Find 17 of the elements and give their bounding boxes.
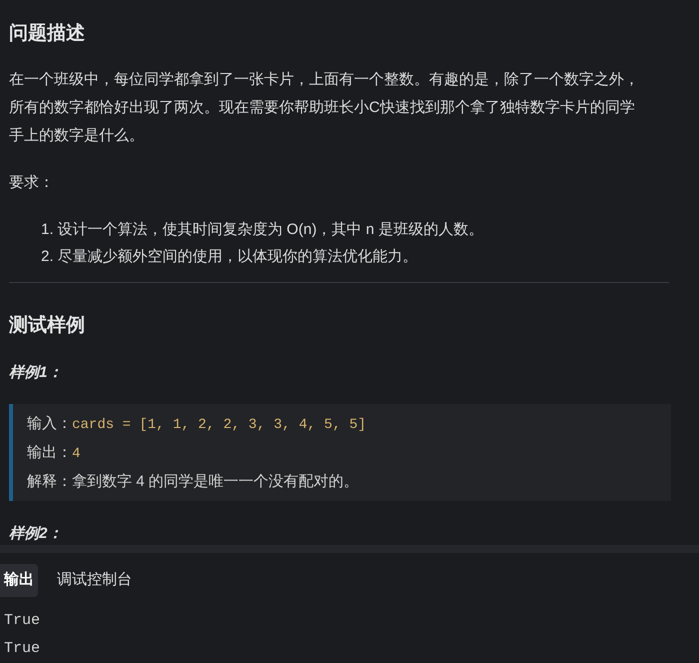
list-item-text: 尽量减少额外空间的使用，以体现你的算法优化能力。	[58, 247, 418, 267]
output-line: True	[4, 611, 42, 631]
section-heading: 测试样例	[9, 314, 86, 338]
list-number: 1.	[41, 220, 54, 240]
output-line: True	[4, 639, 42, 659]
sample-line: 输出：4	[27, 443, 82, 464]
section-heading: 问题描述	[9, 22, 86, 46]
sample-line: 输入：cards = [1, 1, 2, 2, 3, 3, 4, 5, 5]	[27, 414, 368, 435]
panel-tab[interactable]: 输出	[0, 564, 38, 597]
panel-tab[interactable]: 调试控制台	[45, 564, 144, 597]
list-item-text: 设计一个算法，使其时间复杂度为 O(n)，其中 n 是班级的人数。	[58, 220, 484, 240]
list-number: 2.	[41, 247, 54, 267]
sample-line: 解释：拿到数字 4 的同学是唯一一个没有配对的。	[27, 472, 360, 492]
requirements-label: 要求：	[9, 173, 55, 193]
description-paragraph: 在一个班级中，每位同学都拿到了一张卡片，上面有一个整数。有趣的是，除了一个数字之外，所有的数字都恰好出现了两次。现在需要你帮助班长小C快速找到那个拿了独特数字卡片的同学手上的数字是什么。	[9, 70, 640, 146]
sample-title: 样例1：	[9, 363, 64, 383]
sample-title: 样例2：	[9, 524, 64, 544]
